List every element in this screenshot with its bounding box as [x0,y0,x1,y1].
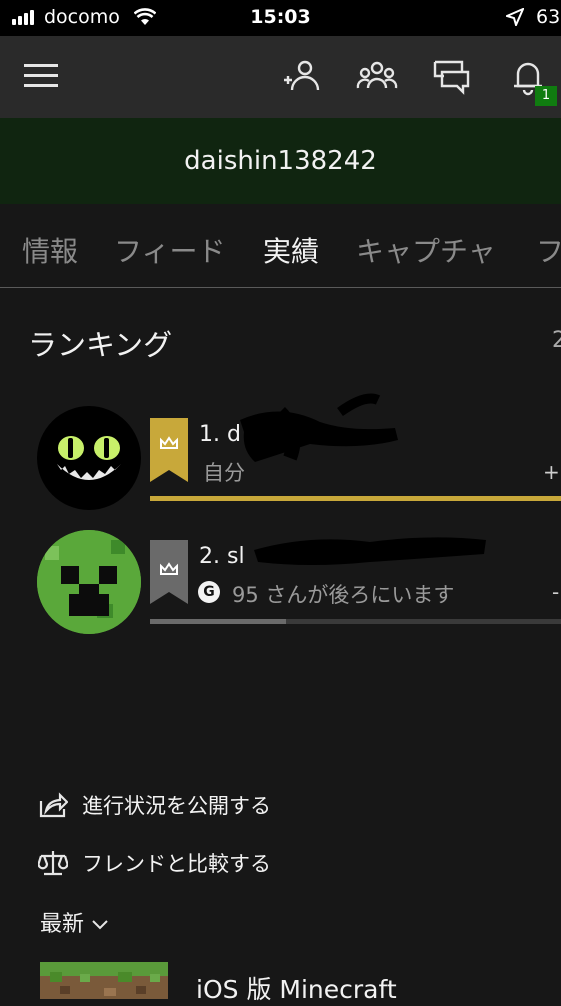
tab-friends[interactable]: フ [536,230,561,270]
profile-header: daishin138242 [0,118,561,204]
redaction-scribble [240,393,398,462]
scale-icon [38,851,68,876]
crown-rank-icon [150,418,188,482]
share-progress-button[interactable]: 進行状況を公開する [38,790,271,820]
compare-friends-label: フレンドと比較する [82,852,271,876]
party-icon[interactable] [356,56,398,96]
app-bar: 1 [0,36,561,118]
tab-captures[interactable]: キャプチャ [356,230,496,270]
rank-1-progress-fill [150,496,561,501]
location-icon [504,7,525,31]
compare-friends-button[interactable]: フレンドと比較する [38,848,271,878]
status-bar: docomo 15:03 63 [0,0,561,36]
game-thumbnail[interactable] [40,962,168,999]
tab-bar: 情報 フィード 実績 キャプチャ フ [0,204,561,288]
gamerscore-icon: G [198,581,220,603]
sort-dropdown[interactable]: 最新 [40,906,109,938]
game-title[interactable]: iOS 版 Minecraft [196,970,397,1006]
friend-icon[interactable] [282,56,322,96]
notification-badge: 1 [535,86,557,106]
chat-icon[interactable] [432,56,472,96]
sort-label: 最新 [40,912,85,937]
rank-2-sub: 95 さんが後ろにいます [232,583,455,607]
share-progress-label: 進行状況を公開する [82,794,271,818]
gamertag: daishin138242 [184,146,377,176]
rank-1-progress [150,496,561,501]
avatar[interactable] [37,406,141,510]
chevron-down-icon [92,920,108,930]
battery-percent: 63 [536,6,561,28]
menu-icon[interactable] [24,64,58,88]
rank-2-progress [150,619,561,624]
clock: 15:03 [250,6,311,28]
rank-1-sub: 自分 [203,461,245,485]
rank-2-progress-fill [150,619,286,624]
tab-info[interactable]: 情報 [22,230,78,270]
rank-1-trail: + [543,460,560,484]
ranking-title: ランキング [28,328,173,362]
rank-2-trail: - [552,580,560,604]
avatar[interactable] [37,530,141,634]
crown-rank-icon [150,540,188,604]
rank-2-name: 2. sl [199,544,245,569]
tab-achievements[interactable]: 実績 [263,230,319,270]
redaction-scribble [254,537,486,565]
share-icon [39,792,68,818]
ranking-count: 2 [552,328,561,353]
tab-feed[interactable]: フィード [114,230,225,270]
